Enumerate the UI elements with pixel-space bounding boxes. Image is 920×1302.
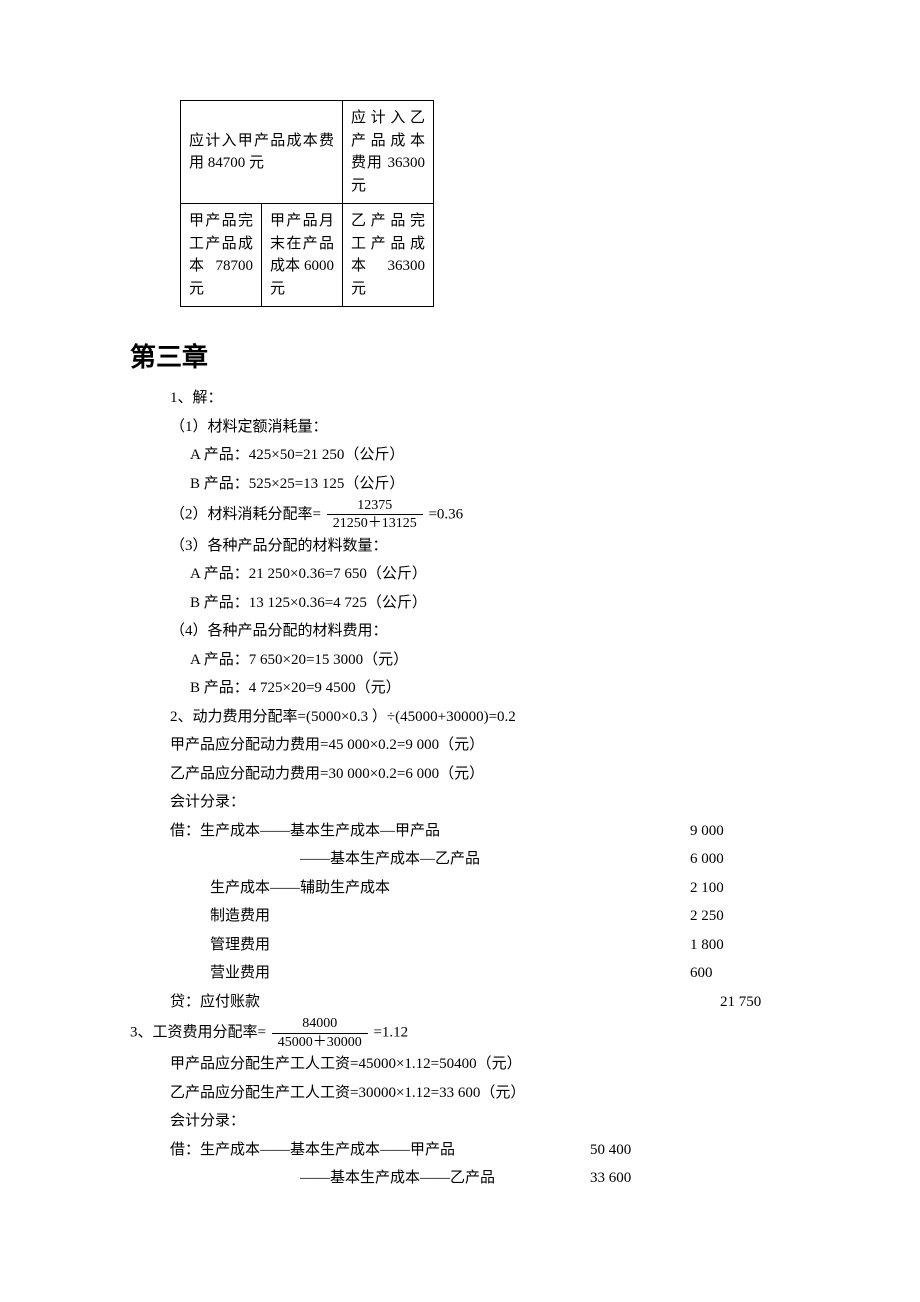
q3-frac: 84000 45000＋30000 xyxy=(272,1016,368,1050)
q3-l6: ——基本生产成本——乙产品 33 600 xyxy=(130,1164,800,1193)
chapter-heading: 第三章 xyxy=(130,337,800,374)
frac-num: 84000 xyxy=(272,1016,368,1033)
page: 应计入甲产品成本费用 84700 元 应计入乙产品成本费用 36300 元 甲产… xyxy=(0,0,920,1253)
q1-p1a: A 产品：425×50=21 250（公斤） xyxy=(130,441,800,470)
q3-l5-label: 借：生产成本——基本生产成本——甲产品 xyxy=(170,1142,455,1158)
q1-p1: （1）材料定额消耗量： xyxy=(130,413,800,442)
cell-r1c3: 应计入乙产品成本费用 36300 元 xyxy=(343,101,434,204)
cost-table: 应计入甲产品成本费用 84700 元 应计入乙产品成本费用 36300 元 甲产… xyxy=(180,100,434,307)
q2-l9-amt: 1 800 xyxy=(690,931,724,960)
q1-p3b: B 产品：13 125×0.36=4 725（公斤） xyxy=(130,589,800,618)
q1-p4b: B 产品：4 725×20=9 4500（元） xyxy=(130,674,800,703)
q3-l6-amt: 33 600 xyxy=(590,1164,631,1193)
q1-p2-frac: 12375 21250＋13125 xyxy=(327,498,423,532)
cell-r2c3: 乙产品完工产品成本 36300 元 xyxy=(343,204,434,307)
q3-l2: 甲产品应分配生产工人工资=45000×1.12=50400（元） xyxy=(130,1050,800,1079)
q2-l11: 贷：应付账款 21 750 xyxy=(130,988,800,1017)
q2-l2: 甲产品应分配动力费用=45 000×0.2=9 000（元） xyxy=(130,731,800,760)
cell-r2c2: 甲产品月末在产品成本 6000 元 xyxy=(262,204,343,307)
q2-l7-label: 生产成本——辅助生产成本 xyxy=(210,880,390,896)
q1-p1b: B 产品：525×25=13 125（公斤） xyxy=(130,470,800,499)
q3-l5: 借：生产成本——基本生产成本——甲产品 50 400 xyxy=(130,1136,800,1165)
q2-l8-label: 制造费用 xyxy=(210,908,270,924)
q1-p3: （3）各种产品分配的材料数量： xyxy=(130,532,800,561)
q1-p3a: A 产品：21 250×0.36=7 650（公斤） xyxy=(130,560,800,589)
q2-l3: 乙产品应分配动力费用=30 000×0.2=6 000（元） xyxy=(130,760,800,789)
q2-l10-amt: 600 xyxy=(690,959,713,988)
q2-l6-amt: 6 000 xyxy=(690,845,724,874)
q2-l7: 生产成本——辅助生产成本 2 100 xyxy=(130,874,800,903)
q2-l5-label: 借：生产成本——基本生产成本—甲产品 xyxy=(170,823,440,839)
frac-num: 12375 xyxy=(327,498,423,515)
cell-r1c12: 应计入甲产品成本费用 84700 元 xyxy=(181,101,343,204)
q2-l5-amt: 9 000 xyxy=(690,817,724,846)
q2-l11-amt: 21 750 xyxy=(720,988,761,1017)
q1-p4a: A 产品：7 650×20=15 3000（元） xyxy=(130,646,800,675)
q2-l10: 营业费用 600 xyxy=(130,959,800,988)
q3-head-pre: 3、工资费用分配率= xyxy=(130,1025,266,1041)
q2-l9: 管理费用 1 800 xyxy=(130,931,800,960)
q2-l5: 借：生产成本——基本生产成本—甲产品 9 000 xyxy=(130,817,800,846)
q2-l7-amt: 2 100 xyxy=(690,874,724,903)
q3-l6-label: ——基本生产成本——乙产品 xyxy=(300,1170,495,1186)
q1-head: 1、解： xyxy=(130,384,800,413)
q1-p4: （4）各种产品分配的材料费用： xyxy=(130,617,800,646)
q3-l3: 乙产品应分配生产工人工资=30000×1.12=33 600（元） xyxy=(130,1079,800,1108)
q1-p2-post: =0.36 xyxy=(428,506,463,522)
frac-den: 21250＋13125 xyxy=(327,515,423,531)
q3-head-post: =1.12 xyxy=(373,1025,408,1041)
q2-l1: 2、动力费用分配率=(5000×0.3 ）÷(45000+30000)=0.2 xyxy=(130,703,800,732)
q1-p2-pre: （2）材料消耗分配率= xyxy=(170,506,321,522)
q2-l9-label: 管理费用 xyxy=(210,937,270,953)
q2-l6: ——基本生产成本—乙产品 6 000 xyxy=(130,845,800,874)
q2-l4: 会计分录： xyxy=(130,788,800,817)
q3-head: 3、工资费用分配率= 84000 45000＋30000 =1.12 xyxy=(130,1016,800,1050)
q2-l11-label: 贷：应付账款 xyxy=(170,994,260,1010)
q2-l8-amt: 2 250 xyxy=(690,902,724,931)
cell-r2c1: 甲产品完工产品成本 78700 元 xyxy=(181,204,262,307)
body: 1、解： （1）材料定额消耗量： A 产品：425×50=21 250（公斤） … xyxy=(130,384,800,1193)
q2-l10-label: 营业费用 xyxy=(210,965,270,981)
q3-l4: 会计分录： xyxy=(130,1107,800,1136)
q2-l6-label: ——基本生产成本—乙产品 xyxy=(300,851,480,867)
q3-l5-amt: 50 400 xyxy=(590,1136,631,1165)
q1-p2: （2）材料消耗分配率= 12375 21250＋13125 =0.36 xyxy=(130,498,800,532)
q2-l8: 制造费用 2 250 xyxy=(130,902,800,931)
frac-den: 45000＋30000 xyxy=(272,1034,368,1050)
